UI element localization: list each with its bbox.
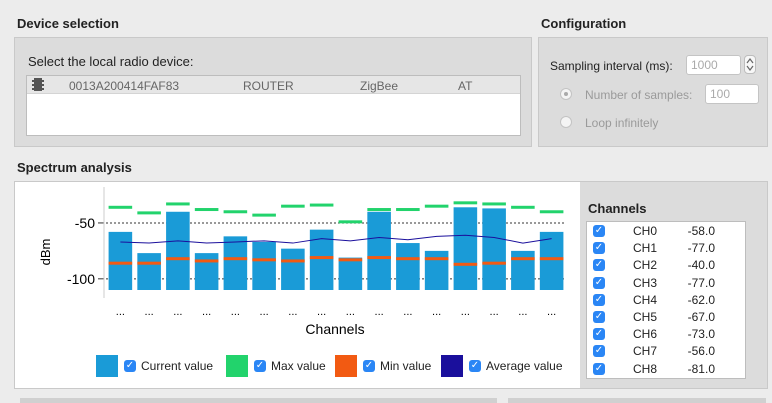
configuration-panel: Sampling interval (ms): 1000 Number of s… (538, 37, 768, 147)
average-value-label: Average value (486, 359, 563, 373)
device-selection-title: Device selection (17, 16, 119, 31)
loop-infinitely-label: Loop infinitely (585, 116, 659, 130)
channel-checkbox[interactable]: ✓ (593, 242, 605, 255)
current-value-swatch (96, 355, 118, 377)
configuration-title: Configuration (541, 16, 627, 31)
max-value-label: Max value (271, 359, 326, 373)
channel-checkbox[interactable]: ✓ (593, 311, 605, 323)
channel-value: -77.0 (687, 275, 715, 290)
channel-checkbox[interactable]: ✓ (593, 225, 605, 237)
sampling-interval-input[interactable]: 1000 (686, 55, 741, 75)
min-value-checkbox[interactable]: ✓ (363, 360, 375, 372)
channel-value: -62.0 (687, 292, 715, 307)
channel-row[interactable]: ✓ CH6 -73.0 (587, 326, 745, 342)
stepper-arrows-icon (746, 58, 754, 71)
device-role: ROUTER (243, 79, 294, 93)
channel-name: CH5 (633, 310, 658, 324)
channel-name: CH2 (633, 258, 658, 273)
channel-name: CH6 (633, 327, 658, 342)
channels-title: Channels (588, 201, 647, 216)
number-of-samples-radio[interactable] (560, 88, 572, 100)
max-value-swatch (226, 355, 248, 377)
channel-row[interactable]: ✓ CH8 -81.0 (587, 361, 745, 377)
channel-checkbox[interactable]: ✓ (593, 276, 605, 289)
channel-row[interactable]: ✓ CH5 -67.0 (587, 309, 745, 325)
channel-name: CH1 (633, 241, 658, 256)
average-value-checkbox[interactable]: ✓ (469, 360, 481, 372)
legend-min[interactable]: ✓ Min value (335, 355, 431, 377)
channel-value: -73.0 (687, 327, 715, 342)
channels-list[interactable]: ✓ CH0 -58.0 ✓ CH1 -77.0 ✓ CH2 -40.0 ✓ CH3 -77.0 ✓ CH4… (586, 221, 746, 379)
channel-value: -58.0 (687, 224, 715, 238)
bottom-panel-right (508, 398, 766, 403)
channel-checkbox[interactable]: ✓ (593, 328, 605, 341)
min-value-label: Min value (380, 359, 432, 373)
channel-checkbox[interactable]: ✓ (593, 362, 605, 375)
channel-name: CH4 (633, 292, 658, 307)
channel-name: CH0 (633, 224, 658, 238)
current-value-checkbox[interactable]: ✓ (124, 360, 136, 372)
select-device-prompt: Select the local radio device: (28, 54, 194, 69)
channel-name: CH3 (633, 275, 658, 290)
average-value-swatch (441, 355, 463, 377)
device-selection-panel: Select the local radio device: 0013A2004… (14, 37, 532, 147)
spectrum-analysis-title: Spectrum analysis (17, 160, 132, 175)
channel-row[interactable]: ✓ CH1 -77.0 (587, 240, 745, 256)
channel-checkbox[interactable]: ✓ (593, 259, 605, 272)
legend-avg[interactable]: ✓ Average value (441, 355, 563, 377)
channel-row[interactable]: ✓ CH0 -58.0 (587, 223, 745, 239)
channel-checkbox[interactable]: ✓ (593, 345, 605, 358)
device-protocol: ZigBee (360, 79, 399, 93)
device-list[interactable]: 0013A200414FAF83 ROUTER ZigBee AT (26, 75, 521, 136)
legend-current[interactable]: ✓ Current value (96, 355, 213, 377)
channel-value: -81.0 (687, 361, 715, 376)
channel-name: CH8 (633, 361, 658, 376)
channel-value: -77.0 (687, 241, 715, 256)
channel-value: -67.0 (687, 310, 715, 324)
device-row[interactable]: 0013A200414FAF83 ROUTER ZigBee AT (27, 76, 520, 94)
current-value-label: Current value (141, 359, 214, 373)
min-value-swatch (335, 355, 357, 377)
device-mode: AT (458, 79, 473, 93)
device-address: 0013A200414FAF83 (69, 79, 180, 93)
channel-checkbox[interactable]: ✓ (593, 293, 605, 306)
channel-value: -56.0 (687, 344, 715, 359)
bottom-panel-left (20, 398, 497, 403)
channel-row[interactable]: ✓ CH4 -62.0 (587, 292, 745, 308)
channel-name: CH7 (633, 344, 658, 359)
sampling-interval-stepper[interactable] (744, 55, 756, 74)
radio-module-icon (31, 77, 45, 92)
channel-value: -40.0 (687, 258, 715, 273)
channel-row[interactable]: ✓ CH2 -40.0 (587, 257, 745, 273)
max-value-checkbox[interactable]: ✓ (254, 360, 266, 372)
legend-max[interactable]: ✓ Max value (226, 355, 326, 377)
loop-infinitely-radio[interactable] (560, 116, 572, 128)
sampling-interval-label: Sampling interval (ms): (550, 59, 673, 73)
number-of-samples-input[interactable]: 100 (705, 84, 759, 104)
channel-row[interactable]: ✓ CH3 -77.0 (587, 275, 745, 291)
channel-row[interactable]: ✓ CH7 -56.0 (587, 343, 745, 359)
number-of-samples-label: Number of samples: (585, 88, 693, 102)
